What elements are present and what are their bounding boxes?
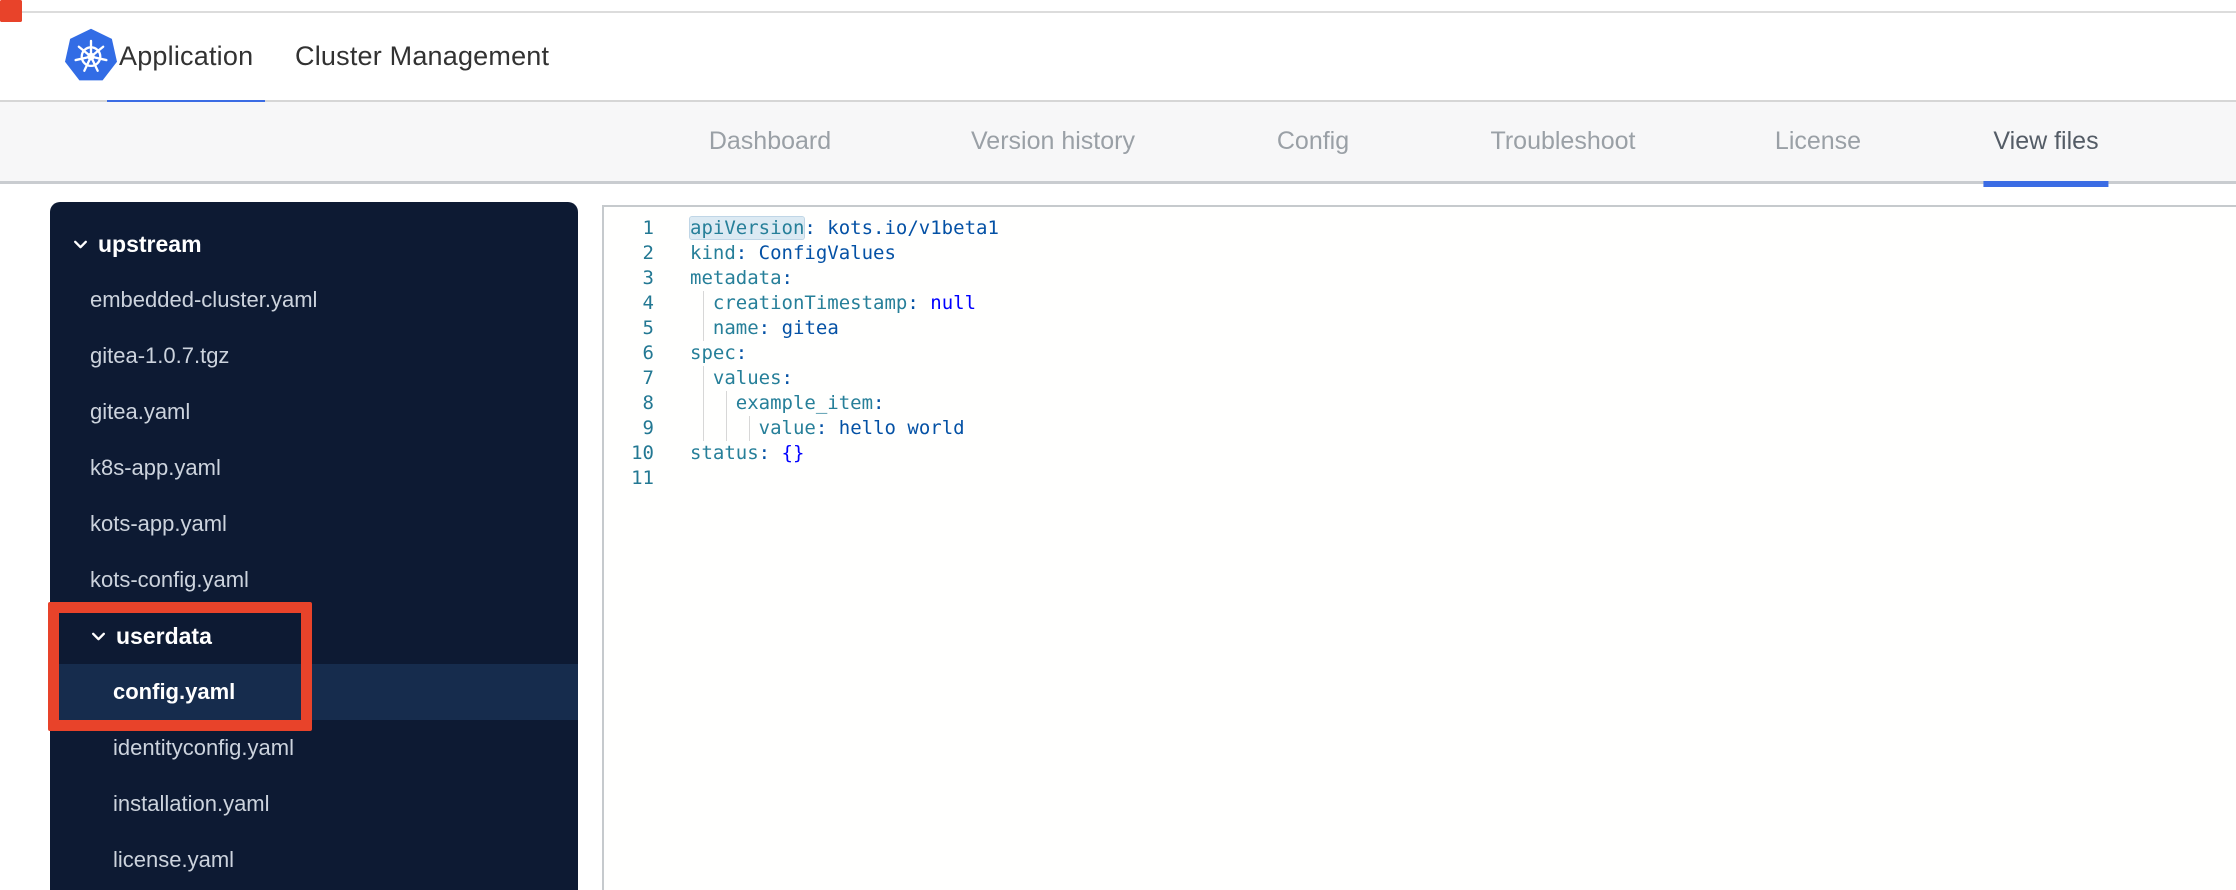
code-text: creationTimestamp: null xyxy=(712,292,977,314)
code-text: value: hello world xyxy=(758,417,965,439)
tree-item-upstream[interactable]: upstream xyxy=(50,216,578,272)
tree-item-kots-config-yaml[interactable]: kots-config.yaml xyxy=(50,552,578,608)
tab-cluster-management[interactable]: Cluster Management xyxy=(283,13,561,100)
indent-guide xyxy=(703,416,704,441)
tree-item-identityconfig-yaml[interactable]: identityconfig.yaml xyxy=(50,720,578,776)
tree-item-installation-yaml[interactable]: installation.yaml xyxy=(50,776,578,832)
tree-item-label: config.yaml xyxy=(113,679,236,704)
code-line-7: 7 values: xyxy=(604,366,2236,391)
tree-item-label: gitea-1.0.7.tgz xyxy=(90,343,230,368)
tree-item-label: userdata xyxy=(116,622,212,649)
tree-item-userdata[interactable]: userdata xyxy=(50,608,578,664)
code-line-9: 9 value: hello world xyxy=(604,416,2236,441)
tree-item-kots-app-yaml[interactable]: kots-app.yaml xyxy=(50,496,578,552)
tree-item-embedded-cluster-yaml[interactable]: embedded-cluster.yaml xyxy=(50,272,578,328)
code-line-10: 10 status: {} xyxy=(604,441,2236,466)
app-subnav: Dashboard Version history Config Troublesho… xyxy=(0,102,2236,187)
line-number: 5 xyxy=(642,317,654,339)
tree-item-k8s-app-yaml[interactable]: k8s-app.yaml xyxy=(50,440,578,496)
code-text: example_item: xyxy=(735,392,885,414)
indent-guide xyxy=(703,316,704,341)
chevron-down-icon[interactable] xyxy=(90,628,107,645)
tree-item-gitea-1-0-7-tgz[interactable]: gitea-1.0.7.tgz xyxy=(50,328,578,384)
tree-item-gitea-yaml[interactable]: gitea.yaml xyxy=(50,384,578,440)
line-number: 8 xyxy=(642,392,654,414)
code-line-1: 1 apiVersion: kots.io/v1beta1 xyxy=(604,216,2236,241)
indent-guide xyxy=(726,391,727,416)
code-text: kind: ConfigValues xyxy=(690,242,896,264)
tree-item-label: embedded-cluster.yaml xyxy=(90,287,318,312)
tab-dashboard[interactable]: Dashboard xyxy=(699,102,841,181)
line-number: 7 xyxy=(642,367,654,389)
tree-item-license-yaml[interactable]: license.yaml xyxy=(50,832,578,888)
code-text: apiVersion: kots.io/v1beta1 xyxy=(690,217,999,239)
tab-config[interactable]: Config xyxy=(1267,102,1359,181)
tree-item-label: upstream xyxy=(98,230,202,257)
tree-item-label: kots-app.yaml xyxy=(90,511,227,536)
code-line-4: 4 creationTimestamp: null xyxy=(604,291,2236,316)
line-number: 2 xyxy=(642,242,654,264)
indent-guide xyxy=(703,391,704,416)
tree-item-config-yaml[interactable]: config.yaml xyxy=(50,664,578,720)
chevron-down-icon[interactable] xyxy=(72,236,89,253)
yaml-code-editor[interactable]: 1 apiVersion: kots.io/v1beta1 2 kind: Confi… xyxy=(602,205,2236,890)
line-number: 9 xyxy=(642,417,654,439)
line-number: 3 xyxy=(642,267,654,289)
tab-troubleshoot[interactable]: Troubleshoot xyxy=(1481,102,1646,181)
line-number: 10 xyxy=(631,442,654,464)
line-number: 1 xyxy=(642,217,654,239)
file-tree-sidebar: upstream embedded-cluster.yaml gitea-1.0.7… xyxy=(50,202,578,890)
indent-guide xyxy=(749,416,750,441)
code-text: values: xyxy=(712,367,793,389)
code-line-6: 6 spec: xyxy=(604,341,2236,366)
header-tabs: Application Cluster Management xyxy=(0,13,2236,106)
tree-item-label: license.yaml xyxy=(113,847,235,872)
kots-admin-console: { "header": { "logo_icon": "kubernetes-l… xyxy=(0,0,2236,890)
line-number: 4 xyxy=(642,292,654,314)
indent-guide xyxy=(726,416,727,441)
indent-guide xyxy=(703,291,704,316)
code-text: status: {} xyxy=(690,442,805,464)
tab-application[interactable]: Application xyxy=(107,13,266,106)
tab-license[interactable]: License xyxy=(1765,102,1871,181)
code-line-5: 5 name: gitea xyxy=(604,316,2236,341)
code-line-11: 11 xyxy=(604,466,2236,491)
tab-view-files[interactable]: View files xyxy=(1983,102,2109,187)
line-number: 6 xyxy=(642,342,654,364)
code-text: name: gitea xyxy=(712,317,839,339)
tree-item-label: k8s-app.yaml xyxy=(90,455,221,480)
tree-item-label: kots-config.yaml xyxy=(90,567,249,592)
line-number: 11 xyxy=(631,467,654,489)
code-text: spec: xyxy=(690,342,748,364)
indent-guide xyxy=(703,366,704,391)
main-header: Application Cluster Management xyxy=(0,13,2236,106)
code-line-8: 8 example_item: xyxy=(604,391,2236,416)
tab-version-history[interactable]: Version history xyxy=(961,102,1145,181)
code-text: metadata: xyxy=(690,267,793,289)
code-line-3: 3 metadata: xyxy=(604,266,2236,291)
tree-item-label: installation.yaml xyxy=(113,791,270,816)
tree-item-label: identityconfig.yaml xyxy=(113,735,294,760)
tree-item-label: gitea.yaml xyxy=(90,399,191,424)
code-line-2: 2 kind: ConfigValues xyxy=(604,241,2236,266)
